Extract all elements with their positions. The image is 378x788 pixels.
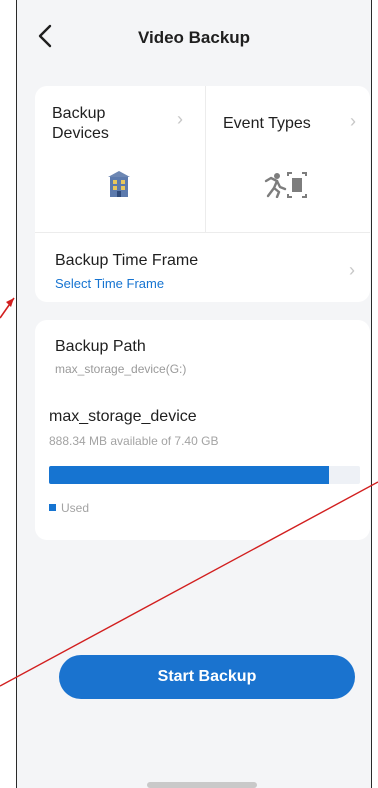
chevron-right-icon: › [350, 111, 356, 131]
page-title: Video Backup [137, 28, 251, 47]
backup-path-card: Backup Path max_storage_device(G:) max_s… [35, 320, 370, 540]
device-name: max_storage_device [49, 408, 197, 425]
home-indicator [147, 782, 257, 788]
storage-bar [49, 466, 360, 484]
annotation-arrowhead [6, 298, 14, 307]
used-legend-swatch [49, 504, 56, 511]
backup-devices-tile[interactable]: Backup Devices › [35, 86, 206, 232]
motion-icon [264, 172, 307, 198]
building-icon [108, 171, 130, 197]
chevron-right-icon: › [177, 109, 183, 129]
start-backup-button[interactable]: Start Backup [59, 655, 355, 699]
time-frame-title: Backup Time Frame [55, 252, 199, 269]
event-types-label: Event Types [223, 115, 311, 132]
chevron-right-icon: › [349, 260, 355, 280]
divider [35, 232, 370, 233]
storage-used-fill [49, 466, 329, 484]
annotation-arrow [0, 297, 15, 319]
phone-screen: Video Backup Backup Devices › Event Type… [16, 0, 372, 788]
backup-path-title: Backup Path [55, 338, 146, 355]
header: Video Backup [17, 14, 371, 58]
backup-path-value: max_storage_device(G:) [55, 362, 187, 376]
used-legend-label: Used [61, 501, 90, 515]
device-availability: 888.34 MB available of 7.40 GB [49, 434, 219, 448]
event-types-tile[interactable]: Event Types › [206, 86, 370, 232]
backup-settings-card: Backup Devices › Event Types › Backup Ti… [35, 86, 370, 302]
backup-devices-label: Backup Devices [52, 105, 109, 142]
time-frame-subtitle[interactable]: Select Time Frame [55, 276, 164, 291]
